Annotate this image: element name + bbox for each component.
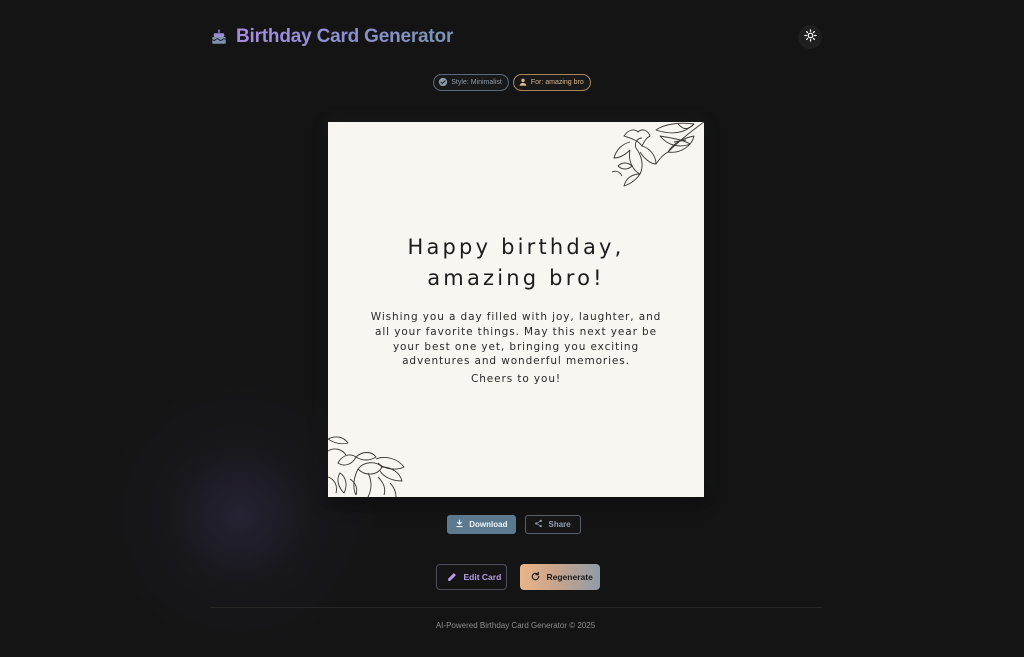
- person-icon: [518, 77, 528, 89]
- refresh-icon: [530, 571, 541, 584]
- card-edit-actions: Edit Card Regenerate: [0, 564, 1024, 590]
- regenerate-button-label: Regenerate: [546, 572, 593, 582]
- style-tag-label: Style: Minimalist: [451, 79, 502, 86]
- download-button[interactable]: Download: [447, 515, 517, 534]
- card-message: Wishing you a day filled with joy, laugh…: [370, 311, 662, 368]
- card-tags: Style: Minimalist For: amazing bro: [0, 74, 1024, 91]
- card-actions: Download Share: [0, 515, 1024, 534]
- card-heading-line1: Happy birthday,: [407, 235, 625, 259]
- edit-card-button[interactable]: Edit Card: [435, 564, 507, 590]
- floral-decoration-top-right: [611, 122, 704, 187]
- style-tag: Style: Minimalist: [433, 74, 509, 91]
- floral-decoration-bottom-left: [328, 436, 405, 497]
- download-button-label: Download: [469, 520, 508, 529]
- birthday-card-preview: Happy birthday, amazing bro! Wishing you…: [328, 122, 704, 497]
- share-icon: [534, 519, 543, 530]
- card-signoff: Cheers to you!: [470, 373, 561, 385]
- theme-toggle-button[interactable]: [798, 25, 822, 49]
- regenerate-button[interactable]: Regenerate: [519, 564, 600, 590]
- app-title-part2: Card Generator: [316, 26, 454, 47]
- download-icon: [455, 519, 464, 530]
- app-header: Birthday Card Generator: [210, 22, 824, 52]
- share-button-label: Share: [548, 520, 571, 529]
- pencil-icon: [447, 571, 458, 584]
- sun-icon: [803, 29, 817, 45]
- footer-text: AI-Powered Birthday Card Generator © 202…: [435, 621, 596, 630]
- card-heading: Happy birthday, amazing bro!: [328, 232, 704, 294]
- share-button[interactable]: Share: [525, 515, 581, 534]
- edit-card-button-label: Edit Card: [463, 572, 502, 582]
- app-title-part1: Birthday: [236, 26, 312, 47]
- recipient-tag-label: For: amazing bro: [530, 79, 584, 86]
- brand: Birthday Card Generator: [210, 26, 453, 48]
- recipient-tag: For: amazing bro: [512, 74, 591, 91]
- footer-divider: [210, 607, 822, 608]
- app-title: Birthday Card Generator: [236, 26, 453, 48]
- app-page: Birthday Card Generator Style: Minimalis…: [0, 0, 1024, 657]
- card-heading-line2: amazing bro!: [427, 266, 605, 290]
- cake-icon: [210, 28, 228, 46]
- check-circle-icon: [438, 77, 448, 89]
